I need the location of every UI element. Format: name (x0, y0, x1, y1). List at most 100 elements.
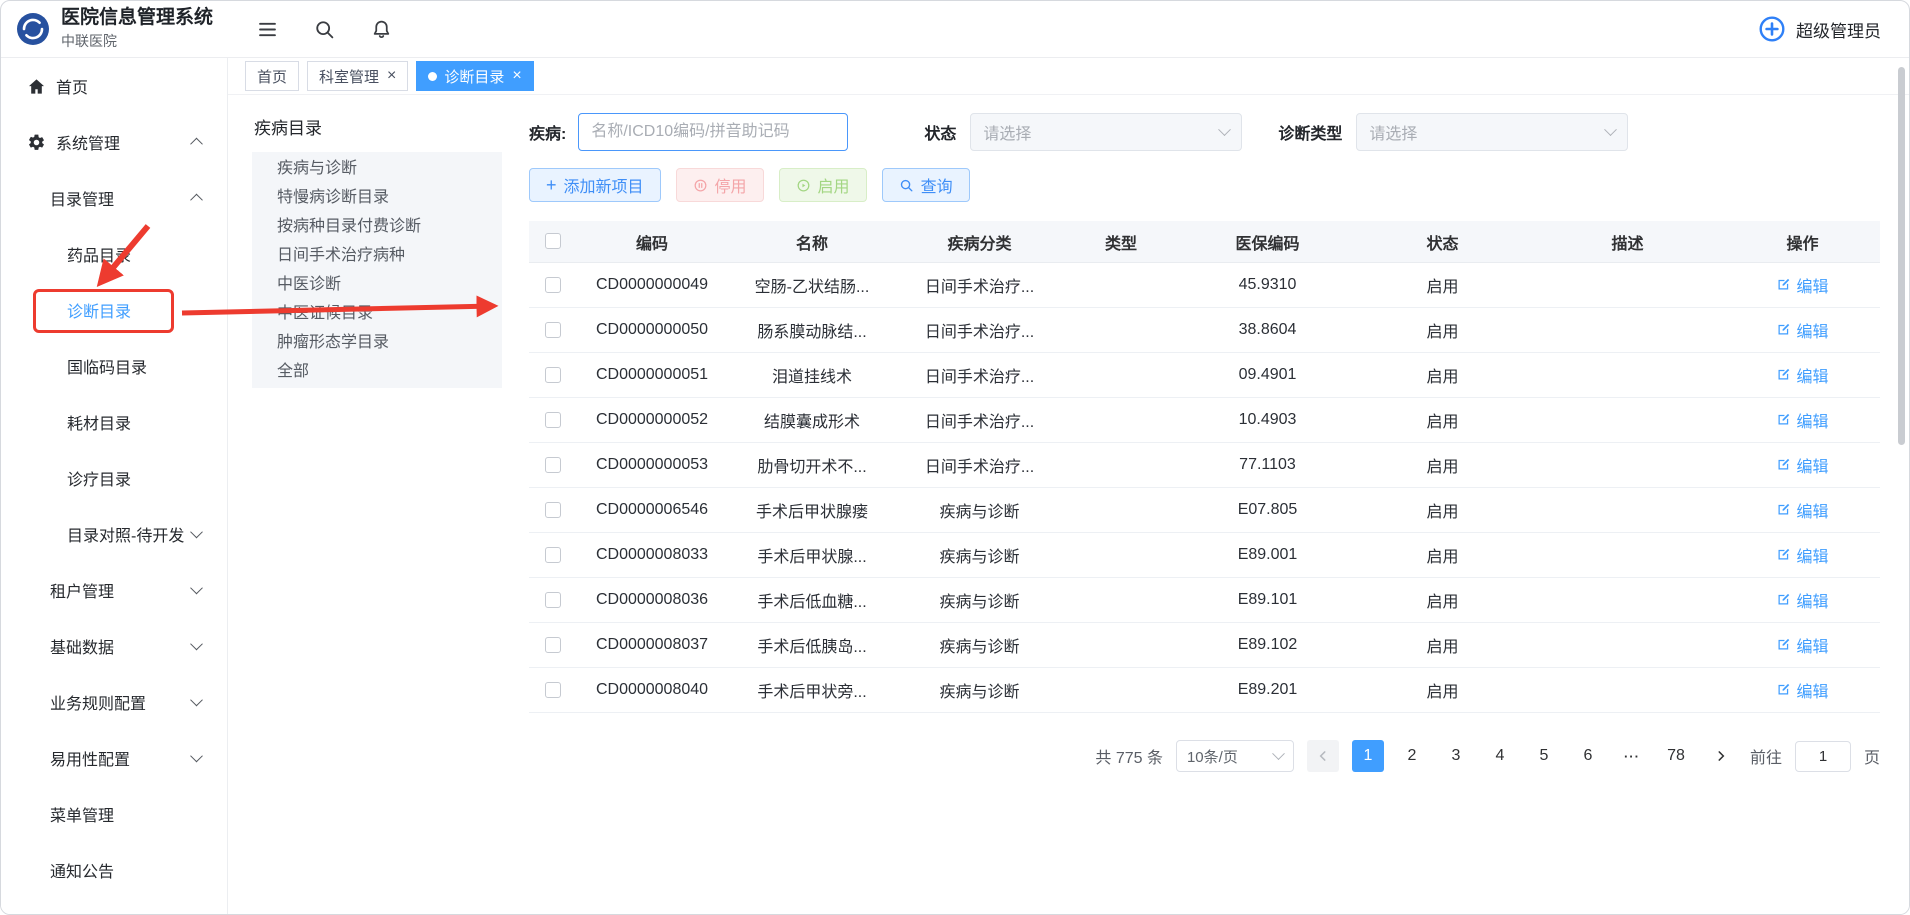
row-checkbox[interactable] (545, 502, 561, 518)
row-checkbox[interactable] (545, 637, 561, 653)
admin-badge-icon (1758, 15, 1786, 43)
edit-icon (1776, 637, 1791, 652)
app-logo (14, 10, 52, 48)
page-number-button[interactable]: 4 (1484, 740, 1516, 772)
cell-name: 手术后甲状旁... (727, 678, 897, 702)
catalog-item[interactable]: 特慢病诊断目录 (252, 183, 502, 212)
edit-button[interactable]: 编辑 (1776, 318, 1828, 342)
add-item-button[interactable]: + 添加新项目 (529, 168, 661, 202)
sidebar-item-usability-config[interactable]: 易用性配置 (1, 730, 227, 786)
admin-name: 超级管理员 (1796, 17, 1881, 42)
chevron-down-icon (1272, 747, 1285, 760)
next-page-button[interactable] (1705, 740, 1737, 772)
page-size-select[interactable]: 10条/页 (1176, 740, 1294, 772)
row-checkbox[interactable] (545, 367, 561, 383)
sidebar-item-label: 租户管理 (50, 578, 114, 602)
edit-button[interactable]: 编辑 (1776, 408, 1828, 432)
select-all-checkbox[interactable] (545, 233, 561, 249)
edit-label: 编辑 (1796, 498, 1828, 522)
chevron-down-icon (190, 694, 203, 707)
sidebar-item-system-mgmt[interactable]: 系统管理 (1, 114, 227, 170)
cell-code: CD0000000051 (577, 366, 727, 384)
row-checkbox[interactable] (545, 592, 561, 608)
sidebar-item-diagnosis-catalog[interactable]: 诊断目录 (1, 282, 227, 338)
row-checkbox[interactable] (545, 412, 561, 428)
sidebar: 首页 系统管理 目录管理 药品目录 诊断目录 国临码目录 耗材目录 (1, 58, 228, 915)
sidebar-item-national-code-catalog[interactable]: 国临码目录 (1, 338, 227, 394)
catalog-item[interactable]: 肿瘤形态学目录 (252, 328, 502, 357)
content-area: 疾病目录 疾病与诊断 特慢病诊断目录 按病种目录付费诊断 日间手术治疗病种 中医… (228, 95, 1909, 915)
play-circle-icon (796, 178, 811, 193)
cell-name: 泪道挂线术 (727, 363, 897, 387)
status-select[interactable]: 请选择 (970, 113, 1242, 151)
catalog-item[interactable]: 中医诊断 (252, 270, 502, 299)
sidebar-item-notice[interactable]: 通知公告 (1, 842, 227, 898)
plus-icon: + (546, 176, 557, 194)
sidebar-item-base-data[interactable]: 基础数据 (1, 618, 227, 674)
catalog-item[interactable]: 全部 (252, 357, 502, 386)
column-header-actions: 操作 (1725, 230, 1880, 254)
prev-page-button[interactable] (1307, 740, 1339, 772)
page-number-button[interactable]: 78 (1660, 740, 1692, 772)
tab-diagnosis-catalog[interactable]: 诊断目录 × (416, 61, 533, 91)
edit-icon (1776, 412, 1791, 427)
row-checkbox[interactable] (545, 277, 561, 293)
edit-button[interactable]: 编辑 (1776, 273, 1828, 297)
disease-search-input[interactable] (578, 113, 848, 151)
row-checkbox[interactable] (545, 457, 561, 473)
edit-button[interactable]: 编辑 (1776, 543, 1828, 567)
edit-button[interactable]: 编辑 (1776, 678, 1828, 702)
cell-status: 启用 (1355, 588, 1530, 612)
cell-insurance-code: E89.201 (1180, 681, 1355, 699)
sidebar-item-treatment-catalog[interactable]: 诊疗目录 (1, 450, 227, 506)
edit-button[interactable]: 编辑 (1776, 363, 1828, 387)
sidebar-item-consumables-catalog[interactable]: 耗材目录 (1, 394, 227, 450)
sidebar-item-menu-mgmt[interactable]: 菜单管理 (1, 786, 227, 842)
close-icon[interactable]: × (387, 68, 396, 84)
cell-code: CD0000000053 (577, 456, 727, 474)
catalog-item[interactable]: 按病种目录付费诊断 (252, 212, 502, 241)
toolbar: + 添加新项目 停用 启用 查询 (529, 168, 1884, 202)
cell-name: 手术后甲状腺瘘 (727, 498, 897, 522)
scrollbar-thumb[interactable] (1898, 67, 1905, 445)
tab-home[interactable]: 首页 (245, 61, 299, 91)
edit-button[interactable]: 编辑 (1776, 453, 1828, 477)
edit-button[interactable]: 编辑 (1776, 633, 1828, 657)
row-checkbox[interactable] (545, 682, 561, 698)
page-number-button[interactable]: 2 (1396, 740, 1428, 772)
cell-insurance-code: E07.805 (1180, 501, 1355, 519)
cell-code: CD0000008033 (577, 546, 727, 564)
page-number-button[interactable]: 6 (1572, 740, 1604, 772)
page-number-button[interactable]: ··· (1616, 740, 1648, 772)
query-button[interactable]: 查询 (882, 168, 970, 202)
sidebar-item-catalog-mgmt[interactable]: 目录管理 (1, 170, 227, 226)
collapse-menu-icon[interactable] (257, 19, 278, 40)
diagnosis-type-select[interactable]: 请选择 (1356, 113, 1628, 151)
catalog-item[interactable]: 日间手术治疗病种 (252, 241, 502, 270)
enable-button[interactable]: 启用 (779, 168, 867, 202)
disable-button[interactable]: 停用 (676, 168, 764, 202)
row-checkbox[interactable] (545, 322, 561, 338)
page-number-button[interactable]: 3 (1440, 740, 1472, 772)
notification-bell-icon[interactable] (371, 19, 392, 40)
cell-status: 启用 (1355, 633, 1530, 657)
catalog-item[interactable]: 疾病与诊断 (252, 154, 502, 183)
sidebar-item-catalog-mapping[interactable]: 目录对照-待开发 (1, 506, 227, 562)
admin-user[interactable]: 超级管理员 (1758, 15, 1881, 43)
edit-button[interactable]: 编辑 (1776, 498, 1828, 522)
close-icon[interactable]: × (512, 68, 521, 84)
sidebar-item-home[interactable]: 首页 (1, 58, 227, 114)
search-icon[interactable] (314, 19, 335, 40)
sidebar-item-drug-catalog[interactable]: 药品目录 (1, 226, 227, 282)
catalog-item[interactable]: 中医证候目录 (252, 299, 502, 328)
page-number-button[interactable]: 1 (1352, 740, 1384, 772)
goto-page-input[interactable] (1795, 741, 1851, 772)
table-row: CD0000006546 手术后甲状腺瘘 疾病与诊断 E07.805 启用 (529, 488, 1880, 533)
cell-name: 结膜囊成形术 (727, 408, 897, 432)
sidebar-item-tenant-mgmt[interactable]: 租户管理 (1, 562, 227, 618)
edit-button[interactable]: 编辑 (1776, 588, 1828, 612)
page-number-button[interactable]: 5 (1528, 740, 1560, 772)
sidebar-item-business-rules[interactable]: 业务规则配置 (1, 674, 227, 730)
tab-department-mgmt[interactable]: 科室管理 × (307, 61, 408, 91)
row-checkbox[interactable] (545, 547, 561, 563)
